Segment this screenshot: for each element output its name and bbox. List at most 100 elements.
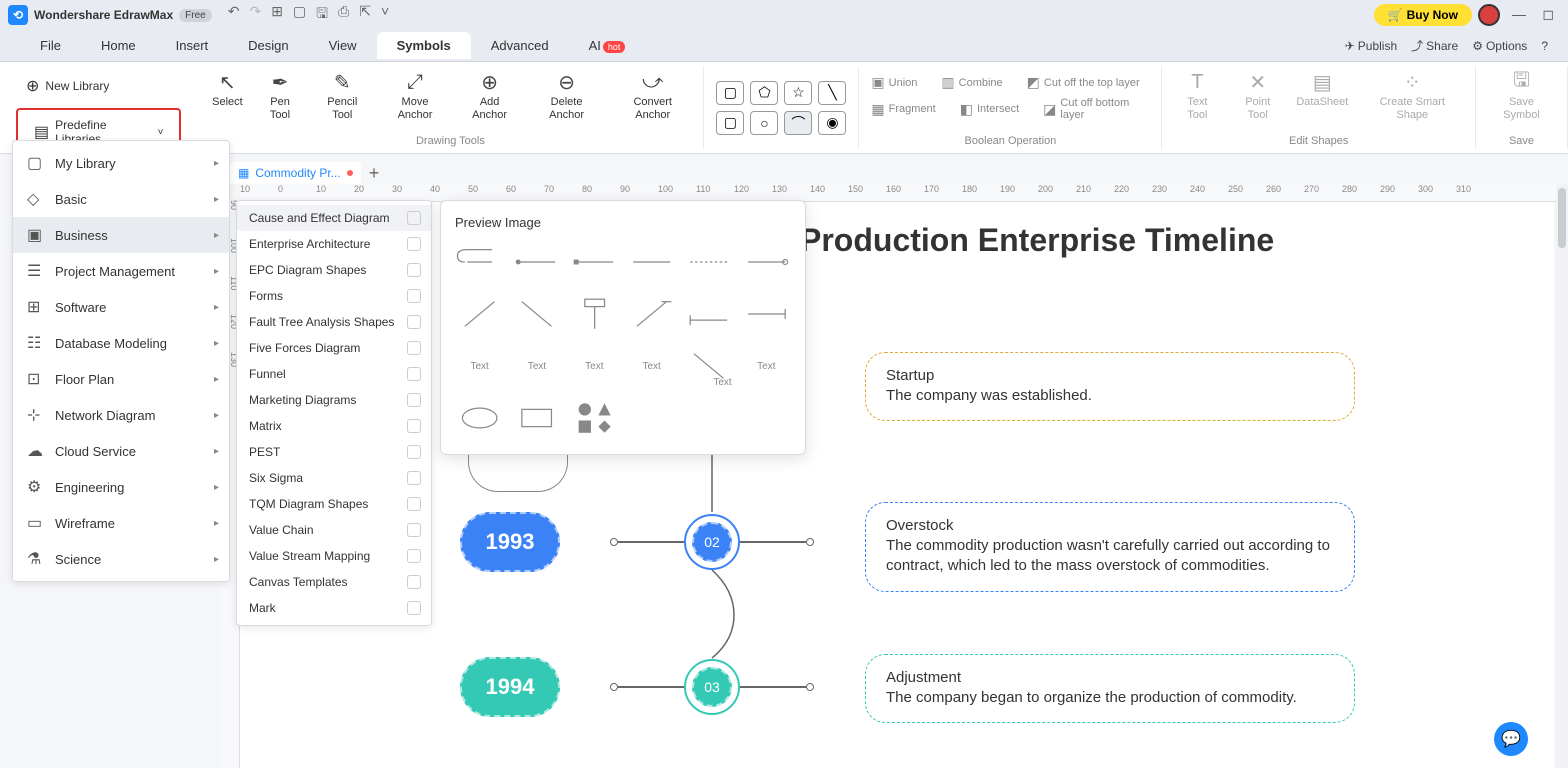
preview-shape[interactable]: Text (570, 344, 619, 388)
info-box-adjustment[interactable]: Adjustment The company began to organize… (865, 654, 1355, 723)
datasheet-button[interactable]: ▤DataSheet (1291, 68, 1353, 111)
checkbox[interactable] (407, 601, 421, 615)
preview-shape[interactable] (570, 396, 619, 440)
lib-business[interactable]: ▣Business▸ (13, 217, 229, 253)
menu-insert[interactable]: Insert (156, 32, 229, 59)
checkbox[interactable] (407, 393, 421, 407)
num-circle-03[interactable]: 03 (692, 667, 732, 707)
spiral-shape[interactable]: ◉ (818, 111, 846, 135)
add-anchor-tool[interactable]: ⊕Add Anchor (456, 68, 523, 124)
menu-file[interactable]: File (20, 32, 81, 59)
checkbox[interactable] (407, 419, 421, 433)
preview-shape[interactable]: Text (512, 344, 561, 388)
line-shape[interactable]: ╲ (818, 81, 846, 105)
menu-advanced[interactable]: Advanced (471, 32, 569, 59)
lib-science[interactable]: ⚗Science▸ (13, 541, 229, 577)
year-pill-1994[interactable]: 1994 (460, 657, 560, 717)
lib-database[interactable]: ☷Database Modeling▸ (13, 325, 229, 361)
new-tab-button[interactable]: + (369, 163, 380, 184)
lib-cloud[interactable]: ☁Cloud Service▸ (13, 433, 229, 469)
lib-wireframe[interactable]: ▭Wireframe▸ (13, 505, 229, 541)
shapes-mark[interactable]: Mark (237, 595, 431, 621)
scrollbar-thumb[interactable] (1558, 188, 1566, 248)
undo-icon[interactable]: ↶ (228, 3, 240, 27)
share-button[interactable]: ⤴ Share (1411, 37, 1458, 54)
checkbox[interactable] (407, 497, 421, 511)
document-tab[interactable]: ▦Commodity Pr... (230, 162, 361, 184)
preview-shape[interactable] (512, 396, 561, 440)
pentagon-shape[interactable]: ⬠ (750, 81, 778, 105)
union-button[interactable]: ▣Union (867, 72, 921, 93)
user-avatar[interactable] (1478, 4, 1500, 26)
buy-now-button[interactable]: 🛒 Buy Now (1374, 4, 1472, 26)
smart-shape-button[interactable]: ⁘Create Smart Shape (1358, 68, 1467, 124)
preview-shape[interactable] (570, 292, 619, 336)
lib-my-library[interactable]: ▢My Library▸ (13, 145, 229, 181)
shapes-forms[interactable]: Forms (237, 283, 431, 309)
checkbox[interactable] (407, 289, 421, 303)
info-box-overstock[interactable]: Overstock The commodity production wasn'… (865, 502, 1355, 592)
move-anchor-tool[interactable]: ⤢Move Anchor (378, 68, 452, 124)
point-tool[interactable]: ✕Point Tool (1228, 68, 1287, 124)
select-tool[interactable]: ↖Select (205, 68, 249, 111)
canvas[interactable]: Production Enterprise Timeline Startup T… (240, 202, 1554, 768)
checkbox[interactable] (407, 445, 421, 459)
convert-anchor-tool[interactable]: ⤻Convert Anchor (610, 68, 695, 124)
circle-shape[interactable]: ○ (750, 111, 778, 135)
checkbox[interactable] (407, 523, 421, 537)
cut-top-button[interactable]: ◩Cut off the top layer (1023, 72, 1144, 93)
lib-engineering[interactable]: ⚙Engineering▸ (13, 469, 229, 505)
pencil-tool[interactable]: ✎Pencil Tool (311, 68, 374, 124)
lib-project-mgmt[interactable]: ☰Project Management▸ (13, 253, 229, 289)
preview-shape[interactable] (455, 292, 504, 336)
shapes-tqm[interactable]: TQM Diagram Shapes (237, 491, 431, 517)
print-icon[interactable]: ⎙ (338, 3, 349, 27)
menu-design[interactable]: Design (228, 32, 308, 59)
export-icon[interactable]: ⇱ (359, 3, 371, 27)
checkbox[interactable] (407, 263, 421, 277)
shapes-enterprise-arch[interactable]: Enterprise Architecture (237, 231, 431, 257)
new-library-button[interactable]: ⊕New Library (16, 70, 119, 102)
preview-shape[interactable]: Text (627, 344, 676, 388)
preview-shape[interactable]: Text (684, 344, 733, 388)
menu-symbols[interactable]: Symbols (377, 32, 471, 59)
preview-shape[interactable] (742, 240, 791, 284)
num-circle-02[interactable]: 02 (692, 522, 732, 562)
dropdown-icon[interactable]: ˅ (381, 3, 389, 27)
checkbox[interactable] (407, 549, 421, 563)
preview-shape[interactable] (512, 292, 561, 336)
shapes-value-chain[interactable]: Value Chain (237, 517, 431, 543)
shapes-matrix[interactable]: Matrix (237, 413, 431, 439)
preview-shape[interactable] (627, 240, 676, 284)
lib-software[interactable]: ⊞Software▸ (13, 289, 229, 325)
shapes-five-forces[interactable]: Five Forces Diagram (237, 335, 431, 361)
shapes-value-stream[interactable]: Value Stream Mapping (237, 543, 431, 569)
minimize-icon[interactable]: — (1512, 6, 1526, 22)
checkbox[interactable] (407, 315, 421, 329)
pen-tool[interactable]: ✒Pen Tool (253, 68, 306, 124)
shapes-marketing[interactable]: Marketing Diagrams (237, 387, 431, 413)
preview-shape[interactable] (570, 240, 619, 284)
shapes-fault-tree[interactable]: Fault Tree Analysis Shapes (237, 309, 431, 335)
save-symbol-button[interactable]: 🖫Save Symbol (1484, 68, 1559, 124)
open-icon[interactable]: ▢ (293, 3, 306, 27)
publish-button[interactable]: ✈ Publish (1345, 39, 1397, 53)
checkbox[interactable] (407, 341, 421, 355)
preview-shape[interactable] (455, 240, 504, 284)
shapes-pest[interactable]: PEST (237, 439, 431, 465)
preview-shape[interactable] (742, 292, 791, 336)
checkbox[interactable] (407, 367, 421, 381)
shapes-epc[interactable]: EPC Diagram Shapes (237, 257, 431, 283)
preview-shape[interactable] (684, 292, 733, 336)
shapes-canvas-templates[interactable]: Canvas Templates (237, 569, 431, 595)
preview-shape[interactable] (627, 292, 676, 336)
maximize-icon[interactable]: ◻ (1542, 6, 1554, 22)
menu-home[interactable]: Home (81, 32, 156, 59)
lib-floor-plan[interactable]: ⊡Floor Plan▸ (13, 361, 229, 397)
help-icon[interactable]: ? (1541, 39, 1548, 53)
info-box-startup[interactable]: Startup The company was established. (865, 352, 1355, 421)
options-button[interactable]: ⚙ Options (1472, 39, 1527, 53)
delete-anchor-tool[interactable]: ⊖Delete Anchor (527, 68, 606, 124)
intersect-button[interactable]: ◧Intersect (956, 95, 1023, 123)
year-pill-1993[interactable]: 1993 (460, 512, 560, 572)
